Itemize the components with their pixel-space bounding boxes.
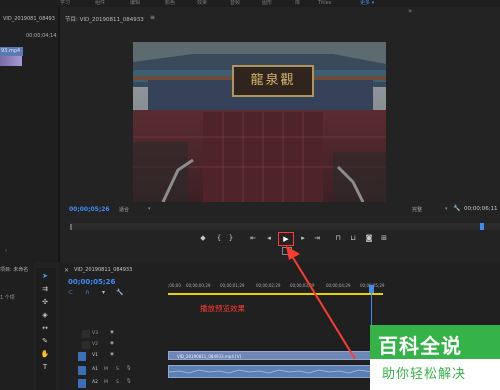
project-panel: 项目: 未命名 1 个项 — [0, 262, 34, 390]
source-clip-thumb — [0, 56, 22, 66]
step-forward-icon[interactable]: ▸ — [298, 232, 308, 244]
out-point-icon[interactable]: } — [226, 232, 236, 244]
workspace-tab[interactable]: Titles — [318, 0, 331, 6]
timeline-playhead-handle[interactable] — [369, 285, 374, 293]
track-id: V1 — [92, 353, 98, 358]
source-panel-tab[interactable]: VID_2019081_08493 — [3, 16, 57, 22]
annotation-text: 播放预览效果 — [200, 304, 245, 313]
end-timecode: 00;00;06;11 — [464, 206, 498, 212]
mute-icon[interactable]: M — [104, 367, 108, 372]
source-panel: VID_2019081_08493 00;00;04;14 93.mp4 ◦ — [0, 7, 60, 262]
track-id: V3 — [92, 331, 98, 336]
go-to-out-icon[interactable]: ⇥ — [312, 232, 322, 244]
ripple-edit-tool-icon[interactable]: ✣ — [39, 298, 51, 307]
mic-icon[interactable]: 🎙 — [126, 366, 132, 371]
ruler-label: 00;00;00;29 — [186, 283, 211, 288]
workspace-tab[interactable]: 颜色 — [165, 0, 175, 6]
expand-icon[interactable]: » — [408, 7, 412, 15]
close-icon[interactable]: ✕ — [64, 267, 69, 274]
scrubber-start — [70, 224, 72, 230]
program-timecode[interactable]: 00;00;05;26 — [69, 206, 110, 213]
workspace-tab[interactable]: 库 — [295, 0, 300, 6]
track-header-a1[interactable]: A1 M S 🎙 — [78, 366, 166, 377]
audio-waveform — [168, 369, 373, 374]
timeline-tab[interactable]: VID_20190811_084933 — [74, 267, 132, 273]
track-id: A1 — [92, 367, 98, 372]
eye-icon[interactable]: ◉ — [110, 352, 114, 357]
track-id: V2 — [92, 342, 98, 347]
workspace-tab[interactable]: 更多 ▾ — [360, 0, 374, 6]
selection-tool-icon[interactable]: ➤ — [39, 272, 51, 281]
export-frame-icon[interactable]: ◙ — [364, 232, 374, 244]
linked-selection-icon[interactable]: ∩ — [85, 289, 89, 296]
type-tool-icon[interactable]: T — [39, 363, 51, 372]
eye-icon[interactable]: ◉ — [110, 341, 114, 346]
track-header-a2[interactable]: A2 M S 🎙 — [78, 379, 166, 390]
pen-tool-icon[interactable]: ✎ — [39, 337, 51, 346]
workspace-tab[interactable]: 学习 — [60, 0, 70, 6]
track-header-v2[interactable]: V2 ◉ — [82, 341, 166, 352]
track-header-v3[interactable]: V3 ◉ — [82, 330, 166, 341]
project-item-count: 1 个项 — [0, 295, 15, 301]
annotation-arrow — [286, 246, 356, 360]
workspace-tab[interactable]: 编辑 — [130, 0, 140, 6]
timeline-timecode[interactable]: 00;00;05;26 — [68, 278, 115, 286]
source-clip[interactable]: 93.mp4 — [0, 47, 23, 56]
chevron-down-icon[interactable]: ▾ — [148, 206, 151, 212]
wrench-icon[interactable]: 🔧 — [116, 289, 123, 296]
mic-icon[interactable]: 🎙 — [126, 379, 132, 384]
razor-tool-icon[interactable]: ◈ — [39, 311, 51, 320]
source-timecode: 00;00;04;14 — [26, 33, 57, 39]
audio-clip[interactable] — [168, 365, 373, 378]
track-select-tool-icon[interactable]: ⇉ — [39, 285, 51, 294]
temple-sign-text: 龍泉觀 — [250, 73, 296, 88]
workspace-tab[interactable]: 图形 — [262, 0, 272, 6]
project-tab[interactable]: 项目: 未命名 — [0, 266, 28, 273]
ruler-label: 00;00;02;29 — [256, 283, 281, 288]
overwrite-icon[interactable]: ⊔ — [348, 232, 358, 244]
go-to-in-icon[interactable]: ⇤ — [248, 232, 258, 244]
watermark-title: 百科全说 — [378, 334, 462, 358]
track-header-v1[interactable]: V1 ◉ — [78, 352, 166, 363]
program-scrubber[interactable] — [70, 223, 500, 230]
workspace-tab[interactable]: 效果 — [197, 0, 207, 6]
watermark-subtitle: 助你轻松解决 — [382, 367, 467, 382]
in-point-icon[interactable]: { — [214, 232, 224, 244]
fit-dropdown[interactable]: 适合 — [119, 206, 129, 213]
insert-icon[interactable]: ⊓ — [333, 232, 343, 244]
playhead-marker[interactable] — [480, 223, 484, 230]
marker-icon[interactable]: ◆ — [198, 232, 208, 244]
workspace-tab[interactable]: 组件 — [95, 0, 105, 6]
add-marker-icon[interactable]: ▾ — [102, 289, 105, 296]
track-id: A2 — [92, 380, 98, 385]
snap-icon[interactable]: ⊂ — [68, 289, 73, 296]
solo-icon[interactable]: S — [116, 367, 119, 372]
workspace-tab[interactable]: 音频 — [230, 0, 240, 6]
watermark-logo: 百科全说 助你轻松解决 — [370, 325, 500, 390]
program-video-frame: 龍泉觀 — [133, 42, 386, 202]
slip-tool-icon[interactable]: ↔ — [39, 324, 51, 333]
eye-icon[interactable]: ◉ — [110, 330, 114, 335]
tools-panel: ➤ ⇉ ✣ ◈ ↔ ✎ ✋ T — [36, 268, 56, 390]
workspace-menu-bar: 学习 组件 编辑 颜色 效果 音频 图形 库 Titles 更多 ▾ — [0, 0, 500, 7]
quality-dropdown[interactable]: 完整 — [412, 206, 422, 213]
solo-icon[interactable]: S — [116, 380, 119, 385]
chevron-down-icon[interactable]: ▾ — [445, 206, 448, 212]
ruler-label: ;00;00 — [168, 283, 181, 288]
wrench-icon[interactable]: 🔧 — [453, 205, 460, 212]
step-back-icon[interactable]: ◂ — [264, 232, 274, 244]
button-editor-icon[interactable]: ⊞ — [379, 232, 389, 244]
zoom-out-icon[interactable]: ◦ — [4, 247, 8, 255]
panel-menu-icon[interactable]: ≡ — [150, 14, 155, 21]
hand-tool-icon[interactable]: ✋ — [39, 350, 51, 359]
ruler-label: 00;00;01;29 — [220, 283, 245, 288]
temple-gate-image — [133, 42, 386, 202]
program-monitor-tab[interactable]: 节目: VID_20190811_084933 — [65, 15, 144, 23]
mute-icon[interactable]: M — [104, 380, 108, 385]
